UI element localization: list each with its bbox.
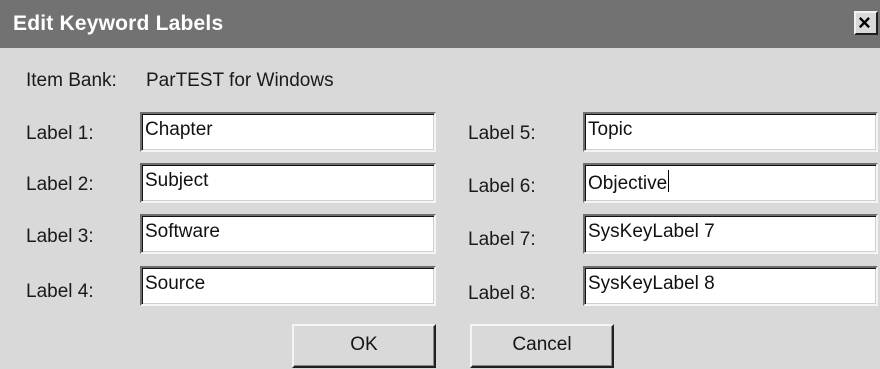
label-4-field[interactable]: Source	[140, 266, 436, 306]
label-5-value: Topic	[588, 119, 633, 140]
label-6-value: Objective	[588, 173, 668, 194]
label-5-field[interactable]: Topic	[583, 112, 878, 152]
label-7-caption: Label 7:	[468, 229, 536, 250]
label-1-field[interactable]: Chapter	[140, 112, 436, 152]
label-2-field[interactable]: Subject	[140, 163, 436, 203]
close-icon: ×	[858, 10, 871, 35]
dialog-title: Edit Keyword Labels	[13, 12, 224, 35]
label-1-value: Chapter	[145, 119, 213, 140]
close-button[interactable]: ×	[854, 10, 878, 35]
ok-button[interactable]: OK	[292, 324, 436, 368]
cancel-button[interactable]: Cancel	[470, 324, 614, 368]
text-cursor	[668, 170, 670, 192]
title-bar: Edit Keyword Labels ×	[0, 0, 880, 48]
label-7-field[interactable]: SysKeyLabel 7	[583, 214, 878, 254]
label-3-value: Software	[145, 221, 220, 242]
item-bank-value: ParTEST for Windows	[146, 70, 334, 91]
item-bank-label: Item Bank:	[26, 70, 117, 91]
label-8-field[interactable]: SysKeyLabel 8	[583, 266, 878, 306]
label-6-value-wrap: Objective	[588, 170, 670, 195]
label-5-caption: Label 5:	[468, 123, 536, 144]
label-4-value: Source	[145, 273, 206, 294]
label-3-caption: Label 3:	[26, 226, 94, 247]
label-6-caption: Label 6:	[468, 176, 536, 197]
label-8-caption: Label 8:	[468, 283, 536, 304]
label-2-caption: Label 2:	[26, 174, 94, 195]
label-2-value: Subject	[145, 170, 209, 191]
edit-keyword-labels-dialog: Edit Keyword Labels × Item Bank: ParTEST…	[0, 0, 880, 369]
label-6-field[interactable]: Objective	[583, 163, 878, 203]
label-8-value: SysKeyLabel 8	[588, 273, 715, 294]
label-4-caption: Label 4:	[26, 281, 94, 302]
label-3-field[interactable]: Software	[140, 214, 436, 254]
label-7-value: SysKeyLabel 7	[588, 221, 715, 242]
label-1-caption: Label 1:	[26, 123, 94, 144]
